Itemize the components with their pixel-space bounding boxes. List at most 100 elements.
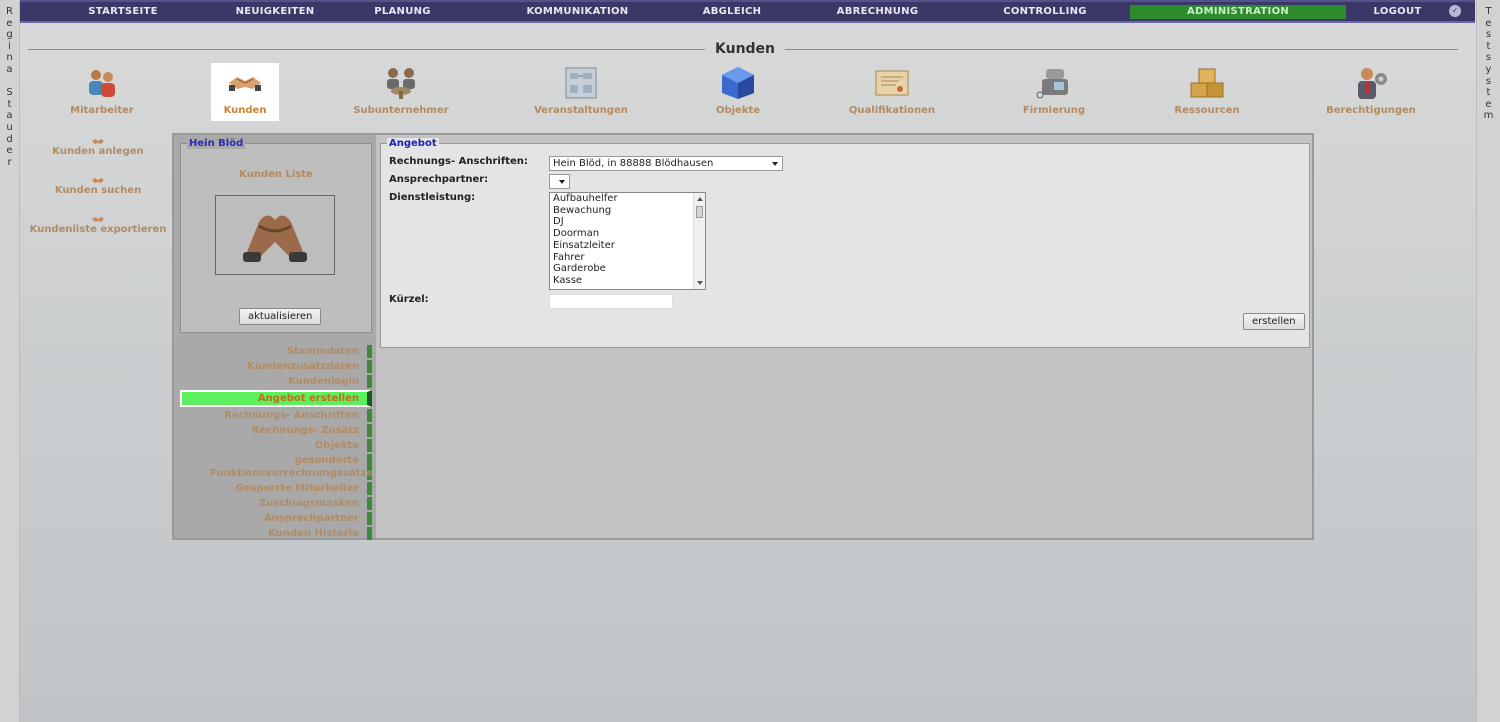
- subnav-kundenlogin[interactable]: Kundenlogin: [180, 375, 372, 388]
- module-berechtigungen[interactable]: Berechtigungen: [1306, 63, 1436, 116]
- module-label: Veranstaltungen: [534, 105, 628, 116]
- calendar-chart-icon: [563, 65, 599, 101]
- vertical-letter: s: [1485, 29, 1492, 41]
- nav-neuigkeiten[interactable]: NEUIGKEITEN: [215, 5, 335, 19]
- cube-icon: [720, 65, 756, 101]
- nav-controlling[interactable]: CONTROLLING: [995, 5, 1095, 19]
- scrollbar-thumb[interactable]: [696, 206, 703, 218]
- subnav-gesperrte-mitarbeiter[interactable]: Gesperrte Mitarbeiter: [180, 482, 372, 495]
- handshake-icon: [92, 136, 104, 145]
- customer-name-legend: Hein Blöd: [187, 138, 246, 149]
- module-qualifikationen[interactable]: Qualifikationen: [827, 63, 957, 116]
- scroll-up-icon[interactable]: [697, 197, 703, 201]
- list-item[interactable]: Einsatzleiter: [550, 240, 705, 252]
- list-item[interactable]: Garderobe: [550, 263, 705, 275]
- vertical-letter: e: [6, 17, 13, 29]
- dienstleistung-listbox[interactable]: Aufbauhelfer Bewachung DJ Doorman Einsat…: [549, 192, 706, 290]
- subnav-ansprechpartner[interactable]: Ansprechpartner: [180, 512, 372, 525]
- nav-administration[interactable]: ADMINISTRATION: [1130, 5, 1346, 19]
- subnav-rechnungs-anschriften[interactable]: Rechnungs- Anschriften: [180, 409, 372, 422]
- list-item[interactable]: Bewachung: [550, 205, 705, 217]
- module-subunternehmer[interactable]: Subunternehmer: [336, 63, 466, 116]
- menu-kundenliste-exportieren[interactable]: Kundenliste exportieren: [28, 214, 168, 235]
- vertical-letter: i: [8, 40, 11, 52]
- offer-form: Angebot Rechnungs- Anschriften: Hein Blö…: [380, 138, 1310, 348]
- module-label: Subunternehmer: [353, 105, 449, 116]
- menu-label: Kunden anlegen: [52, 146, 144, 157]
- handshake-icon: [92, 214, 104, 223]
- module-label: Ressourcen: [1174, 105, 1240, 116]
- subnav-angebot-erstellen[interactable]: Angebot erstellen: [180, 390, 372, 407]
- module-label: Kunden: [223, 105, 267, 116]
- listbox-scrollbar[interactable]: [693, 193, 705, 289]
- handshake-icon: [92, 175, 104, 184]
- module-label: Qualifikationen: [848, 105, 936, 116]
- create-button[interactable]: erstellen: [1243, 313, 1305, 330]
- customer-box: Hein Blöd Kunden Liste aktualisieren: [180, 138, 372, 333]
- vertical-letter: t: [7, 98, 12, 110]
- list-item[interactable]: Fahrer: [550, 252, 705, 264]
- nav-abrechnung[interactable]: ABRECHNUNG: [830, 5, 925, 19]
- vertical-letter: s: [1485, 52, 1492, 64]
- nav-logout[interactable]: LOGOUT: [1365, 5, 1430, 19]
- certificate-icon: [874, 65, 910, 101]
- select-value: Hein Blöd, in 88888 Blödhausen: [553, 158, 714, 169]
- subnav-stammdaten[interactable]: Stammdaten: [180, 345, 372, 358]
- subnav-kunden-historie[interactable]: Kunden Historie: [180, 527, 372, 540]
- module-veranstaltungen[interactable]: Veranstaltungen: [516, 63, 646, 116]
- label-dienstleistung: Dienstleistung:: [389, 192, 476, 203]
- subnav-funktionsverrechnungssaetze[interactable]: gesonderte Funktionsverrechnungssätze: [180, 454, 373, 480]
- select-rechnungs-anschriften[interactable]: Hein Blöd, in 88888 Blödhausen: [549, 156, 783, 171]
- menu-label: Kunden suchen: [54, 185, 142, 196]
- list-item[interactable]: Kasse: [550, 275, 705, 287]
- subnav-objekte[interactable]: Objekte: [180, 439, 372, 452]
- module-kunden[interactable]: Kunden: [211, 63, 279, 121]
- module-objekte[interactable]: Objekte: [673, 63, 803, 116]
- module-firmierung[interactable]: Firmierung: [989, 63, 1119, 116]
- vertical-letter: n: [6, 52, 13, 64]
- customer-picture: [215, 195, 335, 275]
- nav-kommunikation[interactable]: KOMMUNIKATION: [510, 5, 645, 19]
- boxes-icon: [1189, 65, 1225, 101]
- vertical-letter: S: [6, 87, 13, 99]
- list-item[interactable]: Doorman: [550, 228, 705, 240]
- list-item[interactable]: DJ: [550, 216, 705, 228]
- app-logo-icon[interactable]: ✓: [1449, 5, 1461, 17]
- vertical-letter: T: [1485, 6, 1492, 17]
- user-gear-icon: [1353, 65, 1389, 101]
- vertical-letter: m: [1483, 110, 1494, 122]
- people-icon: [84, 65, 120, 101]
- menu-kunden-anlegen[interactable]: Kunden anlegen: [28, 136, 168, 157]
- subnav-zuschlagsmasken[interactable]: Zuschlagsmasken: [180, 497, 372, 510]
- vertical-letter: t: [1486, 40, 1491, 52]
- vertical-letter: a: [6, 63, 13, 75]
- label-rechnungs-anschriften: Rechnungs- Anschriften:: [389, 156, 528, 167]
- kuerzel-input[interactable]: [549, 294, 673, 309]
- list-item[interactable]: Aufbauhelfer: [550, 193, 705, 205]
- nav-abgleich[interactable]: ABGLEICH: [692, 5, 772, 19]
- nav-startseite[interactable]: STARTSEITE: [68, 5, 178, 19]
- select-ansprechpartner[interactable]: [549, 174, 570, 189]
- chevron-down-icon: [559, 180, 565, 184]
- subnav-rechnungs-zusatz[interactable]: Rechnungs- Zusatz: [180, 424, 372, 437]
- vertical-letter: e: [1485, 17, 1492, 29]
- top-navigation: STARTSEITE NEUIGKEITEN PLANUNG KOMMUNIKA…: [20, 0, 1475, 23]
- customer-list-link[interactable]: Kunden Liste: [181, 169, 371, 180]
- vertical-letter: e: [6, 145, 13, 157]
- vertical-letter: u: [6, 121, 13, 133]
- menu-kunden-suchen[interactable]: Kunden suchen: [28, 175, 168, 196]
- module-label: Berechtigungen: [1326, 105, 1416, 116]
- module-label: Firmierung: [1022, 105, 1086, 116]
- offer-legend: Angebot: [387, 138, 439, 149]
- chevron-down-icon: [772, 162, 778, 166]
- refresh-button[interactable]: aktualisieren: [239, 308, 322, 325]
- subnav-kundenzusatzdaten[interactable]: Kundenzusatzdaten: [180, 360, 372, 373]
- vertical-letter: r: [7, 156, 12, 168]
- scroll-down-icon[interactable]: [697, 281, 703, 285]
- module-mitarbeiter[interactable]: Mitarbeiter: [37, 63, 167, 116]
- module-ressourcen[interactable]: Ressourcen: [1142, 63, 1272, 116]
- handshake-icon: [227, 65, 263, 101]
- vertical-letter: R: [6, 6, 13, 17]
- nav-planung[interactable]: PLANUNG: [360, 5, 445, 19]
- vertical-letter: s: [1485, 75, 1492, 87]
